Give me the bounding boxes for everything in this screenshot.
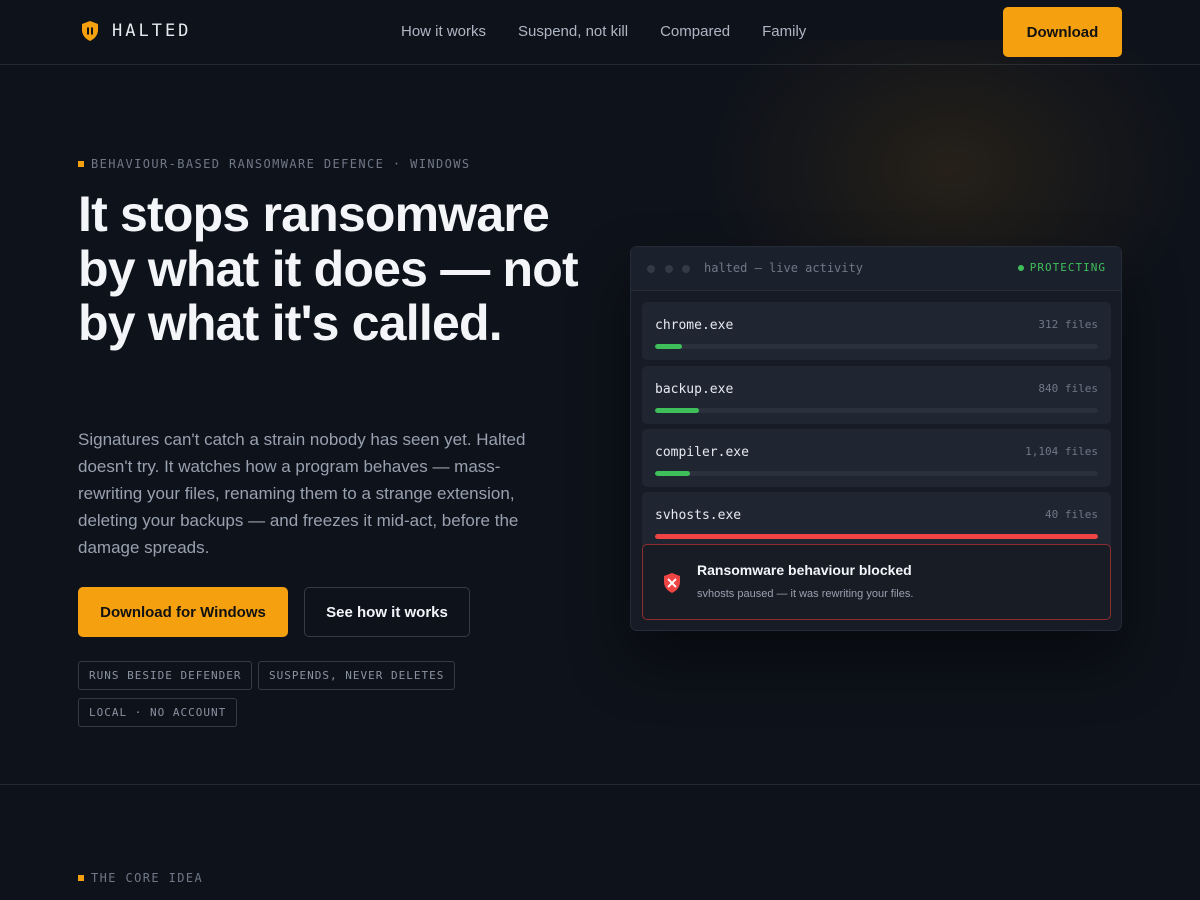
process-name: compiler.exe [655, 445, 749, 460]
hero-eyebrow-text: BEHAVIOUR-BASED RANSOMWARE DEFENCE · WIN… [91, 157, 471, 171]
process-activity-track [655, 408, 1098, 413]
section-divider [0, 784, 1200, 785]
chip-runs-beside-defender: RUNS BESIDE DEFENDER [78, 661, 253, 690]
process-name: chrome.exe [655, 318, 734, 333]
process-row: compiler.exe 1,104 files [642, 429, 1111, 487]
nav-link-how-it-works[interactable]: How it works [401, 23, 486, 40]
hero-headline: It stops ransomware by what it does — no… [78, 186, 579, 351]
brand-name: HALTED [112, 21, 192, 41]
shield-x-icon [662, 572, 682, 599]
process-activity-track [655, 344, 1098, 349]
top-nav: HALTED How it works Suspend, not kill Co… [0, 0, 1200, 65]
live-activity-panel: halted — live activity PROTECTING chrome… [630, 246, 1122, 631]
brand[interactable]: HALTED [80, 20, 191, 42]
process-activity-bar [655, 471, 691, 476]
process-activity-bar [655, 344, 682, 349]
nav-download-button[interactable]: Download [1003, 7, 1122, 57]
process-activity-bar [655, 408, 700, 413]
alert-title: Ransomware behaviour blocked [697, 562, 912, 578]
shield-pause-icon [80, 20, 100, 42]
hero-lede: Signatures can't catch a strain nobody h… [78, 430, 526, 557]
process-file-count: 40 files [1045, 508, 1098, 521]
chip-suspends-never-deletes: SUSPENDS, NEVER DELETES [258, 661, 456, 690]
hero-eyebrow: BEHAVIOUR-BASED RANSOMWARE DEFENCE · WIN… [78, 157, 470, 171]
alert-text: svhosts paused — it was rewriting your f… [697, 588, 914, 600]
panel-title: halted — live activity [704, 261, 863, 275]
process-file-count: 840 files [1038, 382, 1098, 395]
status-text: PROTECTING [1029, 261, 1106, 274]
nav-link-family[interactable]: Family [762, 23, 806, 40]
download-windows-button[interactable]: Download for Windows [78, 587, 288, 637]
nav-link-compared[interactable]: Compared [660, 23, 730, 40]
process-name: svhosts.exe [655, 508, 742, 523]
process-file-count: 1,104 files [1025, 445, 1098, 458]
block-alert: Ransomware behaviour blocked svhosts pau… [642, 544, 1111, 620]
eyebrow-marker [78, 875, 84, 881]
nav-link-suspend-not-kill[interactable]: Suspend, not kill [518, 23, 628, 40]
core-idea-eyebrow-text: THE CORE IDEA [91, 871, 204, 885]
chip-local-no-account: LOCAL · NO ACCOUNT [78, 698, 238, 727]
eyebrow-marker [78, 161, 84, 167]
process-activity-track [655, 534, 1098, 539]
process-row: svhosts.exe 40 files [642, 492, 1111, 550]
process-file-count: 312 files [1038, 318, 1098, 331]
process-row: backup.exe 840 files [642, 366, 1111, 424]
process-row: chrome.exe 312 files [642, 302, 1111, 360]
panel-header: halted — live activity PROTECTING [631, 247, 1121, 291]
core-idea-eyebrow: THE CORE IDEA [78, 871, 203, 885]
process-activity-track [655, 471, 1098, 476]
window-dot [682, 265, 690, 273]
see-how-it-works-button[interactable]: See how it works [304, 587, 470, 637]
window-dot [647, 265, 655, 273]
protection-status: PROTECTING [1017, 261, 1106, 274]
process-activity-bar [655, 534, 1098, 539]
status-led-icon [1017, 264, 1024, 271]
nav-links: How it works Suspend, not kill Compared … [401, 23, 806, 40]
page: HALTED How it works Suspend, not kill Co… [0, 0, 1200, 900]
process-name: backup.exe [655, 382, 734, 397]
window-dot [665, 265, 673, 273]
